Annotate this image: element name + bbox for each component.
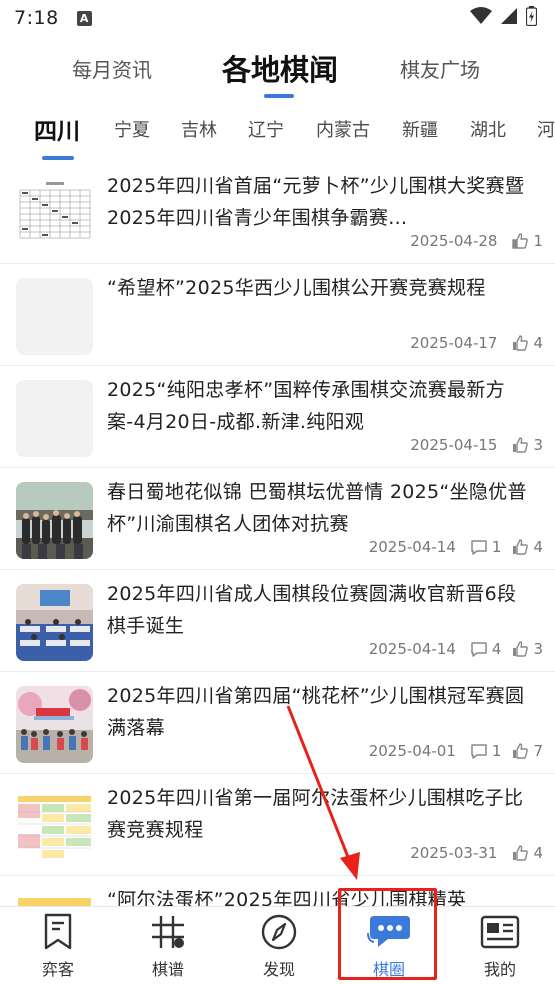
- news-date: 2025-04-17: [410, 334, 498, 352]
- news-meta: 2025-04-17 4: [410, 332, 543, 354]
- news-meta: 2025-04-14 1 4: [369, 536, 543, 558]
- nav-label: 发现: [262, 960, 295, 979]
- news-title: 2025年四川省第一届阿尔法蛋杯少儿围棋吃子比赛竞赛规程: [107, 787, 524, 841]
- nav-yike[interactable]: 弈客: [8, 913, 108, 983]
- news-title: 2025年四川省首届“元萝卜杯”少儿围棋大奖赛暨2025年四川省青少年围棋争霸赛…: [107, 175, 525, 229]
- news-thumbnail: [16, 584, 93, 661]
- news-date: 2025-04-01: [368, 742, 456, 760]
- thumbs-up-icon: [513, 641, 529, 657]
- news-title: 2025“纯阳忠孝杯”国粹传承围棋交流赛最新方案-4月20日-成都.新津.纯阳观: [107, 379, 505, 433]
- wifi-icon: [470, 7, 492, 24]
- news-date: 2025-04-14: [368, 640, 456, 658]
- thumbs-up-icon: [513, 437, 529, 453]
- news-thumbnail: [16, 788, 93, 865]
- province-tab-hubei[interactable]: 湖北: [470, 114, 506, 144]
- news-meta: 2025-04-15 3: [410, 434, 543, 456]
- nav-mine[interactable]: 我的: [450, 913, 550, 983]
- thumbs-up-icon: [513, 743, 529, 759]
- news-item[interactable]: 2025年四川省成人围棋段位赛圆满收官新晋6段棋手诞生 2025-04-14 4…: [0, 570, 555, 672]
- battery-icon: [526, 6, 537, 26]
- news-item[interactable]: 2025年四川省第四届“桃花杯”少儿围棋冠军赛圆满落幕 2025-04-01 1…: [0, 672, 555, 774]
- comment-icon: [471, 642, 487, 657]
- province-tab-jilin[interactable]: 吉林: [181, 114, 217, 144]
- news-item[interactable]: 2025“纯阳忠孝杯”国粹传承围棋交流赛最新方案-4月20日-成都.新津.纯阳观…: [0, 366, 555, 468]
- news-thumbnail: [16, 380, 93, 457]
- news-item[interactable]: 春日蜀地花似锦 巴蜀棋坛优普情 2025“坐隐优普杯”川渝围棋名人团体对抗赛 2…: [0, 468, 555, 570]
- like-count: 3: [533, 640, 543, 658]
- tab-friends-square[interactable]: 棋友广场: [400, 40, 480, 96]
- province-tab-liaoning[interactable]: 辽宁: [248, 114, 284, 144]
- like-count: 1: [533, 232, 543, 250]
- news-title: 2025年四川省第四届“桃花杯”少儿围棋冠军赛圆满落幕: [107, 685, 525, 739]
- nav-qipu[interactable]: 棋谱: [118, 913, 218, 983]
- bookmark-icon: [44, 913, 72, 950]
- news-item[interactable]: 2025年四川省第一届阿尔法蛋杯少儿围棋吃子比赛竞赛规程 2025-03-31 …: [0, 774, 555, 876]
- top-tab-bar: 每月资讯 各地棋闻 棋友广场: [0, 40, 555, 102]
- like-count: 7: [533, 742, 543, 760]
- news-date: 2025-04-14: [368, 538, 456, 556]
- bottom-nav: 弈客 棋谱 发现 棋圈 我的: [0, 906, 555, 984]
- like-count: 4: [533, 334, 543, 352]
- news-thumbnail: [16, 482, 93, 559]
- news-meta: 2025-04-01 1 7: [369, 740, 543, 762]
- annotation-highlight-box: [338, 888, 437, 980]
- profile-card-icon: [480, 915, 520, 949]
- signal-icon: [501, 8, 517, 24]
- status-icons: [470, 6, 537, 26]
- news-title: 春日蜀地花似锦 巴蜀棋坛优普情 2025“坐隐优普杯”川渝围棋名人团体对抗赛: [107, 481, 527, 535]
- province-tab-sichuan[interactable]: 四川: [34, 114, 80, 145]
- news-list: 2025年四川省首届“元萝卜杯”少儿围棋大奖赛暨2025年四川省青少年围棋争霸赛…: [0, 162, 555, 906]
- province-tab-xinjiang[interactable]: 新疆: [402, 114, 438, 144]
- news-date: 2025-03-31: [410, 844, 498, 862]
- status-time: 7:18: [14, 7, 59, 29]
- comment-icon: [471, 540, 487, 555]
- news-title: “希望杯”2025华西少儿围棋公开赛竞赛规程: [107, 277, 486, 299]
- comment-count: 1: [491, 538, 502, 556]
- news-meta: 2025-04-28 1: [410, 230, 543, 252]
- thumbs-up-icon: [513, 335, 529, 351]
- province-tab-he[interactable]: 河: [537, 114, 555, 144]
- nav-label: 棋谱: [151, 960, 184, 979]
- news-item[interactable]: “阿尔法蛋杯”2025年四川省少儿围棋精英: [0, 876, 555, 906]
- province-tab-bar: 四川 宁夏 吉林 辽宁 内蒙古 新疆 湖北 河: [0, 106, 555, 162]
- grid-board-icon: [152, 916, 184, 948]
- news-item[interactable]: “希望杯”2025华西少儿围棋公开赛竞赛规程 2025-04-17 4: [0, 264, 555, 366]
- province-tab-indicator: [42, 156, 74, 160]
- news-meta: 2025-03-31 4: [410, 842, 543, 864]
- news-thumbnail: [16, 686, 93, 763]
- thumbs-up-icon: [513, 845, 529, 861]
- news-thumbnail: [16, 278, 93, 355]
- nav-label: 我的: [483, 960, 516, 979]
- like-count: 4: [533, 538, 543, 556]
- nav-label: 弈客: [41, 960, 74, 979]
- thumbs-up-icon: [512, 233, 529, 249]
- top-tab-indicator: [264, 94, 294, 98]
- comment-count: 1: [491, 742, 502, 760]
- news-thumbnail: [16, 176, 93, 253]
- like-count: 3: [533, 436, 543, 454]
- comment-icon: [471, 744, 487, 759]
- news-date: 2025-04-28: [410, 232, 498, 250]
- like-count: 4: [533, 844, 543, 862]
- news-thumbnail: [16, 890, 93, 906]
- news-date: 2025-04-15: [410, 436, 498, 454]
- news-title: 2025年四川省成人围棋段位赛圆满收官新晋6段棋手诞生: [107, 583, 517, 637]
- news-item[interactable]: 2025年四川省首届“元萝卜杯”少儿围棋大奖赛暨2025年四川省青少年围棋争霸赛…: [0, 162, 555, 264]
- province-tab-neimenggu[interactable]: 内蒙古: [316, 114, 370, 144]
- tab-monthly-news[interactable]: 每月资讯: [72, 40, 152, 96]
- news-meta: 2025-04-14 4 3: [369, 638, 543, 660]
- tab-regional-news[interactable]: 各地棋闻: [222, 40, 338, 96]
- compass-icon: [261, 914, 297, 950]
- province-tab-ningxia[interactable]: 宁夏: [114, 114, 150, 144]
- thumbs-up-icon: [513, 539, 529, 555]
- comment-count: 4: [491, 640, 502, 658]
- notification-icon: A: [76, 10, 92, 26]
- nav-discover[interactable]: 发现: [229, 913, 329, 983]
- news-title: “阿尔法蛋杯”2025年四川省少儿围棋精英: [107, 889, 467, 906]
- status-bar: 7:18 A: [0, 0, 555, 36]
